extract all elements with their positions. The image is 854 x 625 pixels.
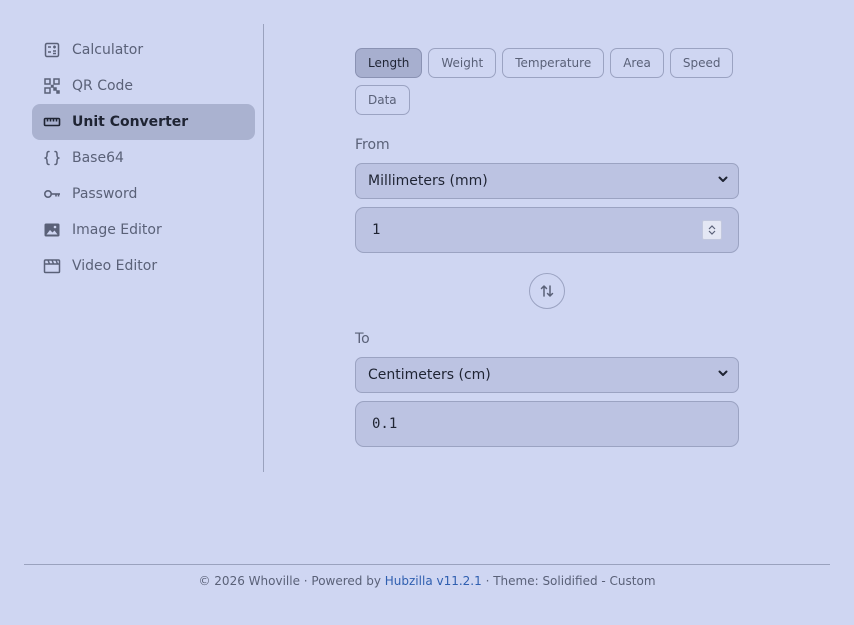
ruler-icon (43, 113, 61, 131)
chevron-down-icon (717, 367, 729, 383)
tab-area[interactable]: Area (610, 48, 664, 78)
from-value-input[interactable]: 1 (355, 207, 739, 253)
sidebar-item-image-editor[interactable]: Image Editor (32, 212, 255, 248)
clapperboard-icon (43, 257, 61, 275)
tab-data[interactable]: Data (355, 85, 410, 115)
category-tabs: Length Weight Temperature Area Speed Dat… (355, 48, 739, 115)
sidebar-item-label: Unit Converter (72, 114, 189, 130)
from-value: 1 (372, 222, 381, 238)
sidebar-item-label: Password (72, 186, 138, 202)
number-stepper[interactable] (702, 220, 722, 240)
to-value: 0.1 (372, 416, 398, 432)
to-unit-select[interactable]: Centimeters (cm) (355, 357, 739, 393)
tab-weight[interactable]: Weight (428, 48, 497, 78)
sidebar-item-qr-code[interactable]: QR Code (32, 68, 255, 104)
swap-arrows-icon (540, 285, 554, 297)
swap-units-button[interactable] (529, 273, 565, 309)
to-value-output[interactable]: 0.1 (355, 401, 739, 447)
key-icon (43, 185, 61, 203)
hubzilla-link[interactable]: Hubzilla v11.2.1 (385, 574, 482, 588)
sidebar-item-label: Base64 (72, 150, 124, 166)
sidebar-item-password[interactable]: Password (32, 176, 255, 212)
tab-length[interactable]: Length (355, 48, 423, 78)
sidebar: Calculator QR Code Unit Converter Base64… (32, 32, 255, 284)
sidebar-item-calculator[interactable]: Calculator (32, 32, 255, 68)
qr-code-icon (43, 77, 61, 95)
unit-converter-panel: Length Weight Temperature Area Speed Dat… (355, 48, 739, 447)
image-icon (43, 221, 61, 239)
sidebar-item-video-editor[interactable]: Video Editor (32, 248, 255, 284)
sidebar-item-base64[interactable]: Base64 (32, 140, 255, 176)
stepper-down-icon[interactable] (708, 230, 716, 236)
footer-prefix: © 2026 Whoville · Powered by (198, 574, 385, 588)
from-label: From (355, 137, 390, 153)
chevron-down-icon (717, 173, 729, 189)
sidebar-item-label: QR Code (72, 78, 134, 94)
from-unit-select[interactable]: Millimeters (mm) (355, 163, 739, 199)
sidebar-item-label: Calculator (72, 42, 144, 58)
tab-temperature[interactable]: Temperature (502, 48, 605, 78)
sidebar-divider (263, 24, 264, 472)
from-unit-value: Millimeters (mm) (368, 173, 488, 189)
sidebar-item-label: Video Editor (72, 258, 158, 274)
to-unit-value: Centimeters (cm) (368, 367, 491, 383)
footer-divider (24, 564, 830, 565)
footer: © 2026 Whoville · Powered by Hubzilla v1… (0, 574, 854, 588)
sidebar-item-label: Image Editor (72, 222, 162, 238)
braces-icon (43, 149, 61, 167)
sidebar-item-unit-converter[interactable]: Unit Converter (32, 104, 255, 140)
calculator-icon (43, 41, 61, 59)
to-label: To (355, 331, 370, 347)
footer-suffix: · Theme: Solidified - Custom (481, 574, 656, 588)
tab-speed[interactable]: Speed (669, 48, 734, 78)
